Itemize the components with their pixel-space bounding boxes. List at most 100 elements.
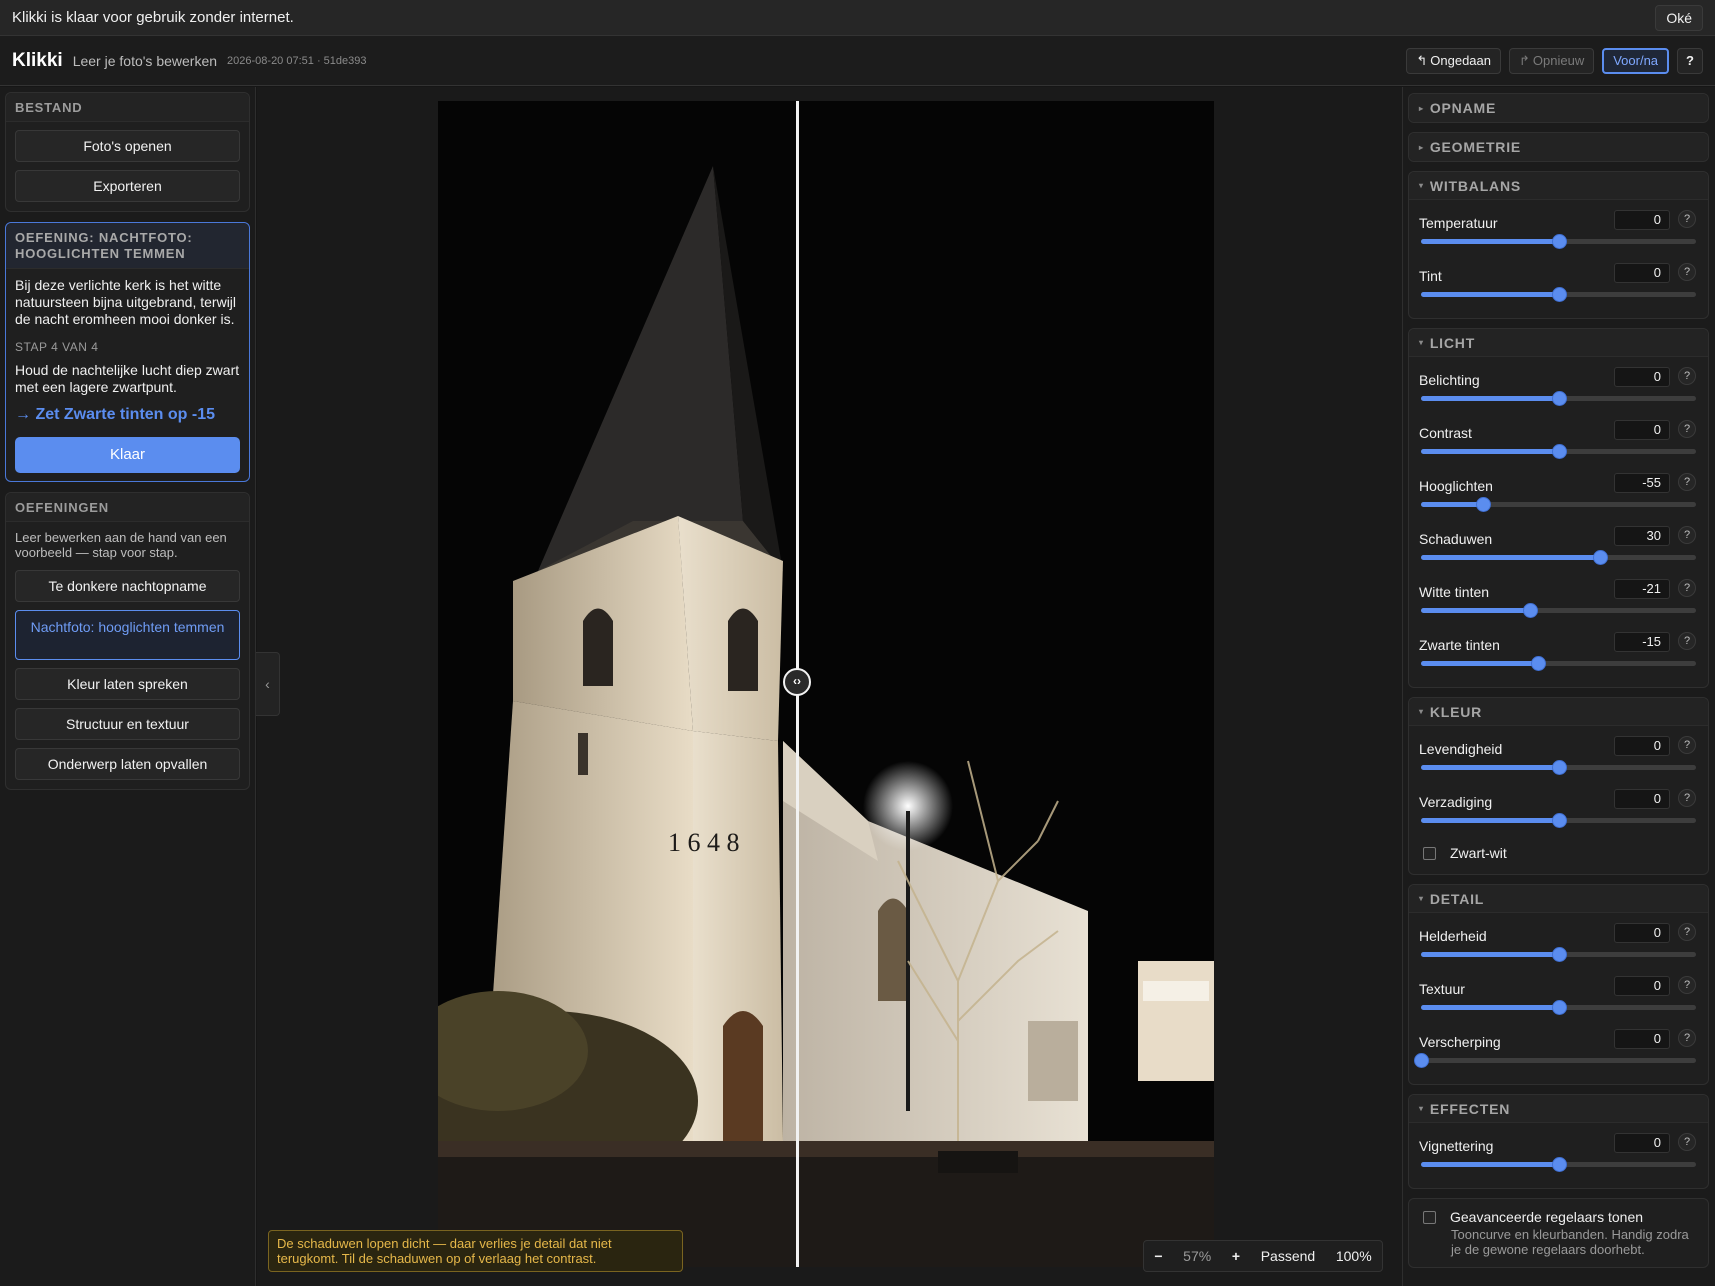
slider-thumb[interactable]: [1551, 947, 1567, 962]
slider-value-input[interactable]: 0: [1614, 1133, 1670, 1153]
header-actions: ↰ Ongedaan ↱ Opnieuw Voor/na ?: [1406, 47, 1703, 74]
advanced-checkbox[interactable]: [1423, 1210, 1436, 1224]
slider-fill: [1421, 502, 1483, 507]
slider-value-input[interactable]: -21: [1614, 579, 1670, 599]
help-button[interactable]: ?: [1677, 47, 1703, 74]
exercise-item[interactable]: Structuur en textuur: [15, 708, 240, 740]
slider-track[interactable]: [1421, 1157, 1696, 1172]
left-right-arrows-icon: ‹›: [793, 674, 801, 688]
app-name: Klikki: [12, 49, 63, 71]
slider-track[interactable]: [1421, 603, 1696, 618]
slider-thumb[interactable]: [1551, 234, 1567, 249]
slider-track[interactable]: [1421, 287, 1696, 302]
exercise-item[interactable]: Onderwerp laten opvallen: [15, 748, 240, 780]
slider-track[interactable]: [1421, 656, 1696, 671]
slider-value-input[interactable]: 0: [1614, 263, 1670, 283]
slider-thumb[interactable]: [1522, 603, 1538, 618]
slider-value-input[interactable]: 0: [1614, 420, 1670, 440]
section-detail-header[interactable]: ▾ DETAIL: [1409, 885, 1708, 913]
ok-button[interactable]: Oké: [1655, 4, 1703, 31]
church-photo[interactable]: 1 6 4 8: [438, 101, 1214, 1267]
help-icon[interactable]: ?: [1678, 923, 1696, 941]
slider-thumb[interactable]: [1551, 444, 1567, 459]
section-opname-header[interactable]: ▸ OPNAME: [1409, 94, 1708, 122]
slider-track[interactable]: [1421, 947, 1696, 962]
slider-value-input[interactable]: -15: [1614, 632, 1670, 652]
zoom-fit-button[interactable]: Passend: [1261, 1248, 1315, 1264]
slider-track[interactable]: [1414, 1053, 1696, 1068]
section-effecten: ▾ EFFECTEN Vignettering 0?: [1408, 1094, 1709, 1189]
slider-track[interactable]: [1421, 760, 1696, 775]
help-icon[interactable]: ?: [1678, 976, 1696, 994]
slider-track[interactable]: [1421, 1000, 1696, 1015]
section-geometrie-header[interactable]: ▸ GEOMETRIE: [1409, 133, 1708, 161]
slider-thumb[interactable]: [1530, 656, 1546, 671]
slider-thumb[interactable]: [1551, 391, 1567, 406]
exercise-item-selected[interactable]: Nachtfoto: hooglichten temmen: [15, 610, 240, 660]
slider-fill: [1421, 952, 1559, 957]
section-witbalans-header[interactable]: ▾ WITBALANS: [1409, 172, 1708, 200]
offline-notification: Klikki is klaar voor gebruik zonder inte…: [0, 0, 1715, 36]
done-button[interactable]: Klaar: [15, 437, 240, 473]
slider-track[interactable]: [1421, 497, 1696, 512]
help-icon[interactable]: ?: [1678, 579, 1696, 597]
undo-button[interactable]: ↰ Ongedaan: [1406, 47, 1501, 74]
slider-value-input[interactable]: 0: [1614, 736, 1670, 756]
black-white-checkbox[interactable]: [1423, 846, 1436, 860]
exercise-item[interactable]: Te donkere nachtopname: [15, 570, 240, 602]
slider-thumb[interactable]: [1414, 1053, 1429, 1068]
slider-value-input[interactable]: -55: [1614, 473, 1670, 493]
black-white-toggle[interactable]: Zwart-wit: [1419, 838, 1698, 868]
section-effecten-header[interactable]: ▾ EFFECTEN: [1409, 1095, 1708, 1123]
advanced-toggle[interactable]: Geavanceerde regelaars tonen: [1419, 1207, 1698, 1227]
slider-track[interactable]: [1421, 813, 1696, 828]
slider-value-input[interactable]: 0: [1614, 923, 1670, 943]
help-icon[interactable]: ?: [1678, 210, 1696, 228]
tower-date-text: 1 6 4 8: [668, 828, 740, 857]
slider-thumb[interactable]: [1551, 813, 1567, 828]
exercise-description: Bij deze verlichte kerk is het witte nat…: [15, 277, 237, 327]
section-title: WITBALANS: [1429, 177, 1522, 194]
help-icon[interactable]: ?: [1678, 736, 1696, 754]
zoom-100-button[interactable]: 100%: [1336, 1248, 1372, 1264]
slider-thumb[interactable]: [1475, 497, 1491, 512]
slider-track[interactable]: [1421, 391, 1696, 406]
slider-track[interactable]: [1421, 444, 1696, 459]
slider-value-input[interactable]: 0: [1614, 367, 1670, 387]
redo-button[interactable]: ↱ Opnieuw: [1509, 47, 1595, 74]
slider-value-input[interactable]: 0: [1614, 1029, 1670, 1049]
zoom-in-button[interactable]: +: [1232, 1248, 1240, 1264]
help-icon[interactable]: ?: [1678, 367, 1696, 385]
help-icon[interactable]: ?: [1678, 526, 1696, 544]
slider-value-input[interactable]: 0: [1614, 789, 1670, 809]
exercise-item[interactable]: Kleur laten spreken: [15, 668, 240, 700]
slider-value-input[interactable]: 0: [1614, 976, 1670, 996]
section-kleur-header[interactable]: ▾ KLEUR: [1409, 698, 1708, 726]
slider-track[interactable]: [1421, 550, 1696, 565]
collapse-left-panel-button[interactable]: ‹: [256, 652, 280, 716]
help-icon[interactable]: ?: [1678, 473, 1696, 491]
slider-value-input[interactable]: 30: [1614, 526, 1670, 546]
open-photos-button[interactable]: Foto's openen: [15, 130, 240, 162]
slider-thumb[interactable]: [1592, 550, 1608, 565]
slider-value-input[interactable]: 0: [1614, 210, 1670, 230]
help-icon[interactable]: ?: [1678, 632, 1696, 650]
split-handle[interactable]: ‹›: [783, 668, 811, 696]
help-icon[interactable]: ?: [1678, 263, 1696, 281]
export-button[interactable]: Exporteren: [15, 170, 240, 202]
slider-thumb[interactable]: [1551, 1000, 1567, 1015]
zoom-out-button[interactable]: −: [1154, 1248, 1162, 1264]
section-licht-header[interactable]: ▾ LICHT: [1409, 329, 1708, 357]
slider-thumb[interactable]: [1551, 760, 1567, 775]
app-header: Klikki Leer je foto's bewerken 2026-08-2…: [0, 36, 1715, 86]
slider-thumb[interactable]: [1551, 287, 1567, 302]
before-after-button[interactable]: Voor/na: [1602, 47, 1670, 74]
help-icon[interactable]: ?: [1678, 789, 1696, 807]
slider-track[interactable]: [1421, 234, 1696, 249]
church-photo-svg: 1 6 4 8: [438, 101, 1214, 1267]
help-icon[interactable]: ?: [1678, 1029, 1696, 1047]
slider-label: Belichting: [1419, 372, 1480, 388]
slider-thumb[interactable]: [1551, 1157, 1567, 1172]
help-icon[interactable]: ?: [1678, 420, 1696, 438]
help-icon[interactable]: ?: [1678, 1133, 1696, 1151]
